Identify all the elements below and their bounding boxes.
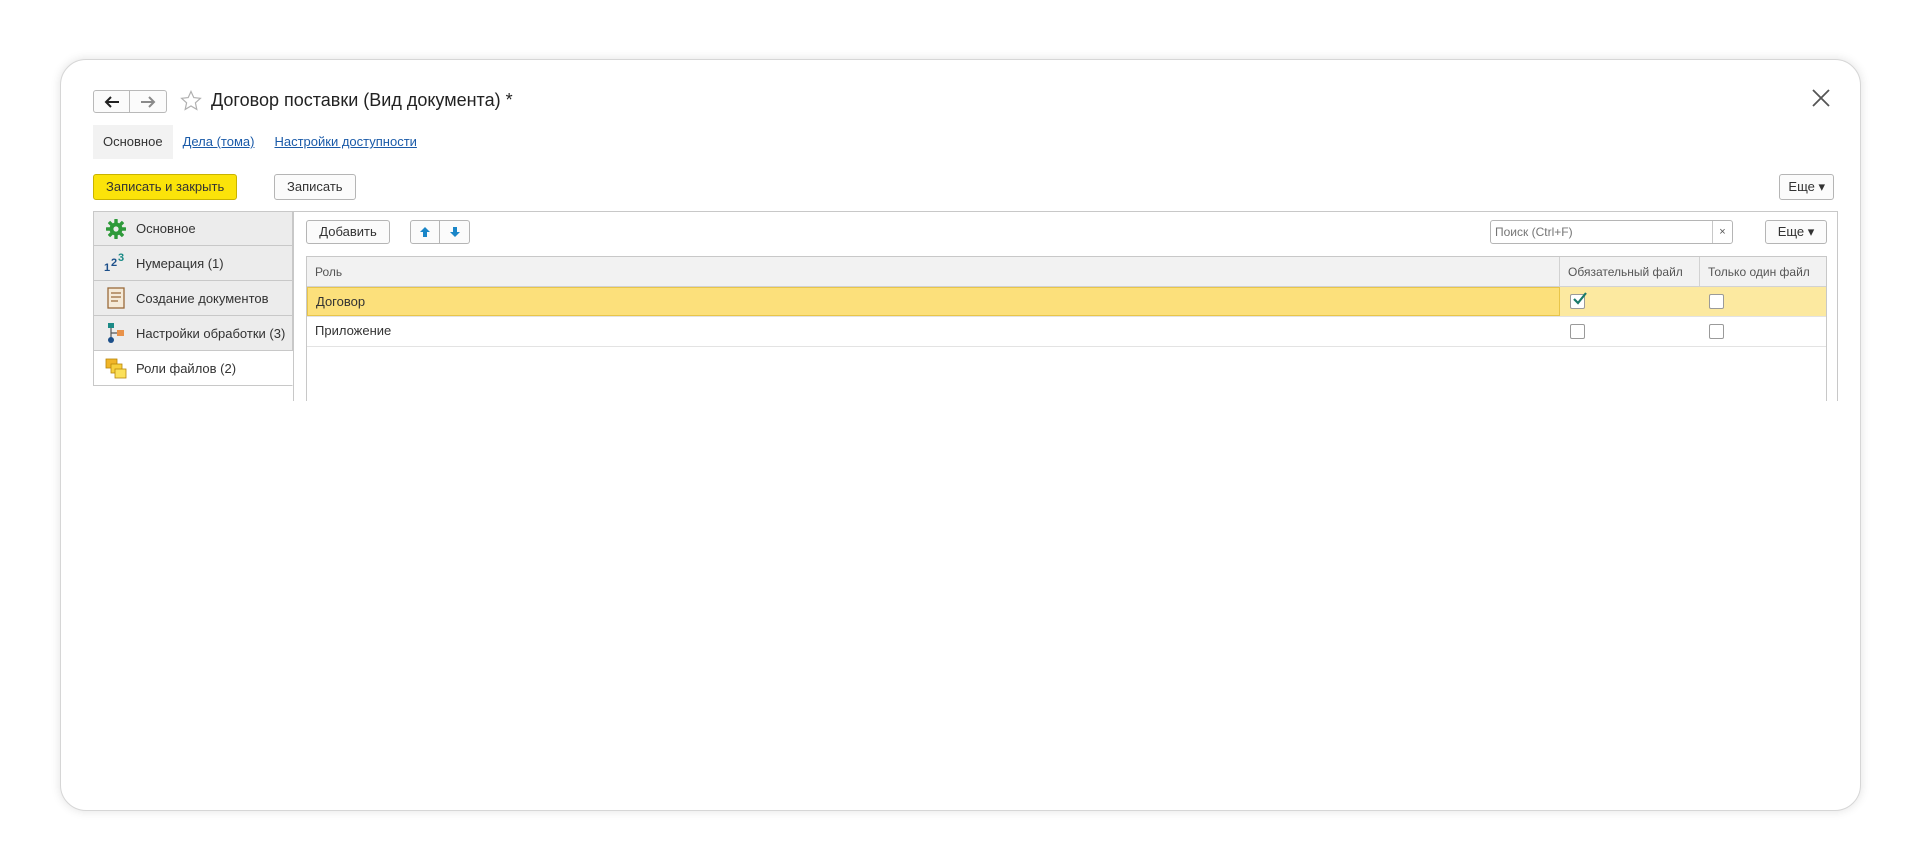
file-roles-toolbar: Добавить × Еще ▾ bbox=[306, 220, 1827, 248]
role-cell[interactable]: Договор bbox=[307, 287, 1560, 316]
only-one-file-checkbox[interactable] bbox=[1709, 294, 1724, 309]
save-and-close-button[interactable]: Записать и закрыть bbox=[93, 174, 238, 200]
document-form-window: Договор поставки (Вид документа) * Основ… bbox=[60, 59, 1861, 811]
required-file-checkbox[interactable] bbox=[1570, 292, 1587, 309]
files-icon bbox=[104, 356, 128, 380]
arrow-down-icon bbox=[449, 227, 460, 237]
arrow-up-icon bbox=[420, 227, 430, 237]
add-button[interactable]: Добавить bbox=[306, 220, 390, 244]
numbering-icon: 1 2 3 bbox=[104, 251, 128, 275]
only-one-file-cell bbox=[1700, 317, 1826, 346]
sidebar-item-document-creation[interactable]: Создание документов bbox=[93, 281, 293, 316]
checkmark-icon bbox=[1573, 292, 1587, 305]
tab-main[interactable]: Основное bbox=[93, 125, 173, 159]
column-header-required-file[interactable]: Обязательный файл bbox=[1560, 257, 1700, 286]
column-header-role[interactable]: Роль bbox=[307, 257, 1560, 286]
sidebar-item-label: Создание документов bbox=[136, 290, 269, 306]
clear-search-button[interactable]: × bbox=[1712, 221, 1732, 243]
table-row[interactable]: Приложение bbox=[307, 317, 1826, 347]
close-icon[interactable] bbox=[1810, 87, 1832, 109]
sidebar-item-label: Основное bbox=[136, 221, 196, 236]
move-buttons bbox=[410, 220, 470, 244]
more-button[interactable]: Еще ▾ bbox=[1779, 174, 1834, 200]
required-file-cell bbox=[1560, 287, 1700, 316]
more-button[interactable]: Еще ▾ bbox=[1765, 220, 1827, 244]
sidebar-item-main[interactable]: Основное bbox=[93, 211, 293, 246]
back-button[interactable] bbox=[93, 90, 130, 113]
move-down-button[interactable] bbox=[440, 220, 470, 244]
required-file-checkbox[interactable] bbox=[1570, 324, 1585, 339]
sidebar-item-processing-settings[interactable]: Настройки обработки (3) bbox=[93, 316, 293, 351]
table-header: Роль Обязательный файл Только один файл bbox=[307, 257, 1826, 287]
only-one-file-cell bbox=[1700, 287, 1826, 316]
svg-text:3: 3 bbox=[118, 252, 124, 264]
file-roles-panel: Добавить × Еще ▾ Роль Обязательный файл … bbox=[293, 211, 1838, 401]
svg-text:1: 1 bbox=[104, 262, 110, 274]
gear-icon bbox=[104, 217, 128, 241]
arrow-left-icon bbox=[104, 95, 119, 108]
tab-cases[interactable]: Дела (тома) bbox=[173, 125, 265, 159]
workflow-icon bbox=[104, 321, 128, 345]
role-cell[interactable]: Приложение bbox=[307, 317, 1560, 346]
star-icon[interactable] bbox=[179, 89, 203, 113]
only-one-file-checkbox[interactable] bbox=[1709, 324, 1724, 339]
file-roles-table: Роль Обязательный файл Только один файл … bbox=[306, 256, 1827, 401]
document-icon bbox=[104, 286, 128, 310]
sidebar-item-numbering[interactable]: 1 2 3 Нумерация (1) bbox=[93, 246, 293, 281]
history-navigation bbox=[93, 90, 167, 113]
column-header-only-one-file[interactable]: Только один файл bbox=[1700, 257, 1826, 286]
sidebar-item-label: Настройки обработки (3) bbox=[136, 325, 286, 341]
form-tabs: Основное Дела (тома) Настройки доступнос… bbox=[93, 125, 427, 159]
save-button[interactable]: Записать bbox=[274, 174, 356, 200]
search-field[interactable]: × bbox=[1490, 220, 1733, 244]
sidebar-nav: Основное 1 2 3 Нумерация (1) Создание до… bbox=[93, 211, 293, 386]
tab-access-settings[interactable]: Настройки доступности bbox=[264, 125, 426, 159]
table-row[interactable]: Договор bbox=[307, 287, 1826, 317]
search-input[interactable] bbox=[1491, 221, 1712, 243]
svg-text:2: 2 bbox=[111, 257, 117, 269]
sidebar-item-label: Нумерация (1) bbox=[136, 255, 224, 271]
move-up-button[interactable] bbox=[410, 220, 440, 244]
page-title: Договор поставки (Вид документа) * bbox=[211, 90, 513, 110]
sidebar-item-label: Роли файлов (2) bbox=[136, 360, 237, 376]
arrow-right-icon bbox=[141, 95, 156, 108]
forward-button[interactable] bbox=[130, 90, 167, 113]
required-file-cell bbox=[1560, 317, 1700, 346]
sidebar-item-file-roles[interactable]: Роли файлов (2) bbox=[93, 351, 293, 386]
